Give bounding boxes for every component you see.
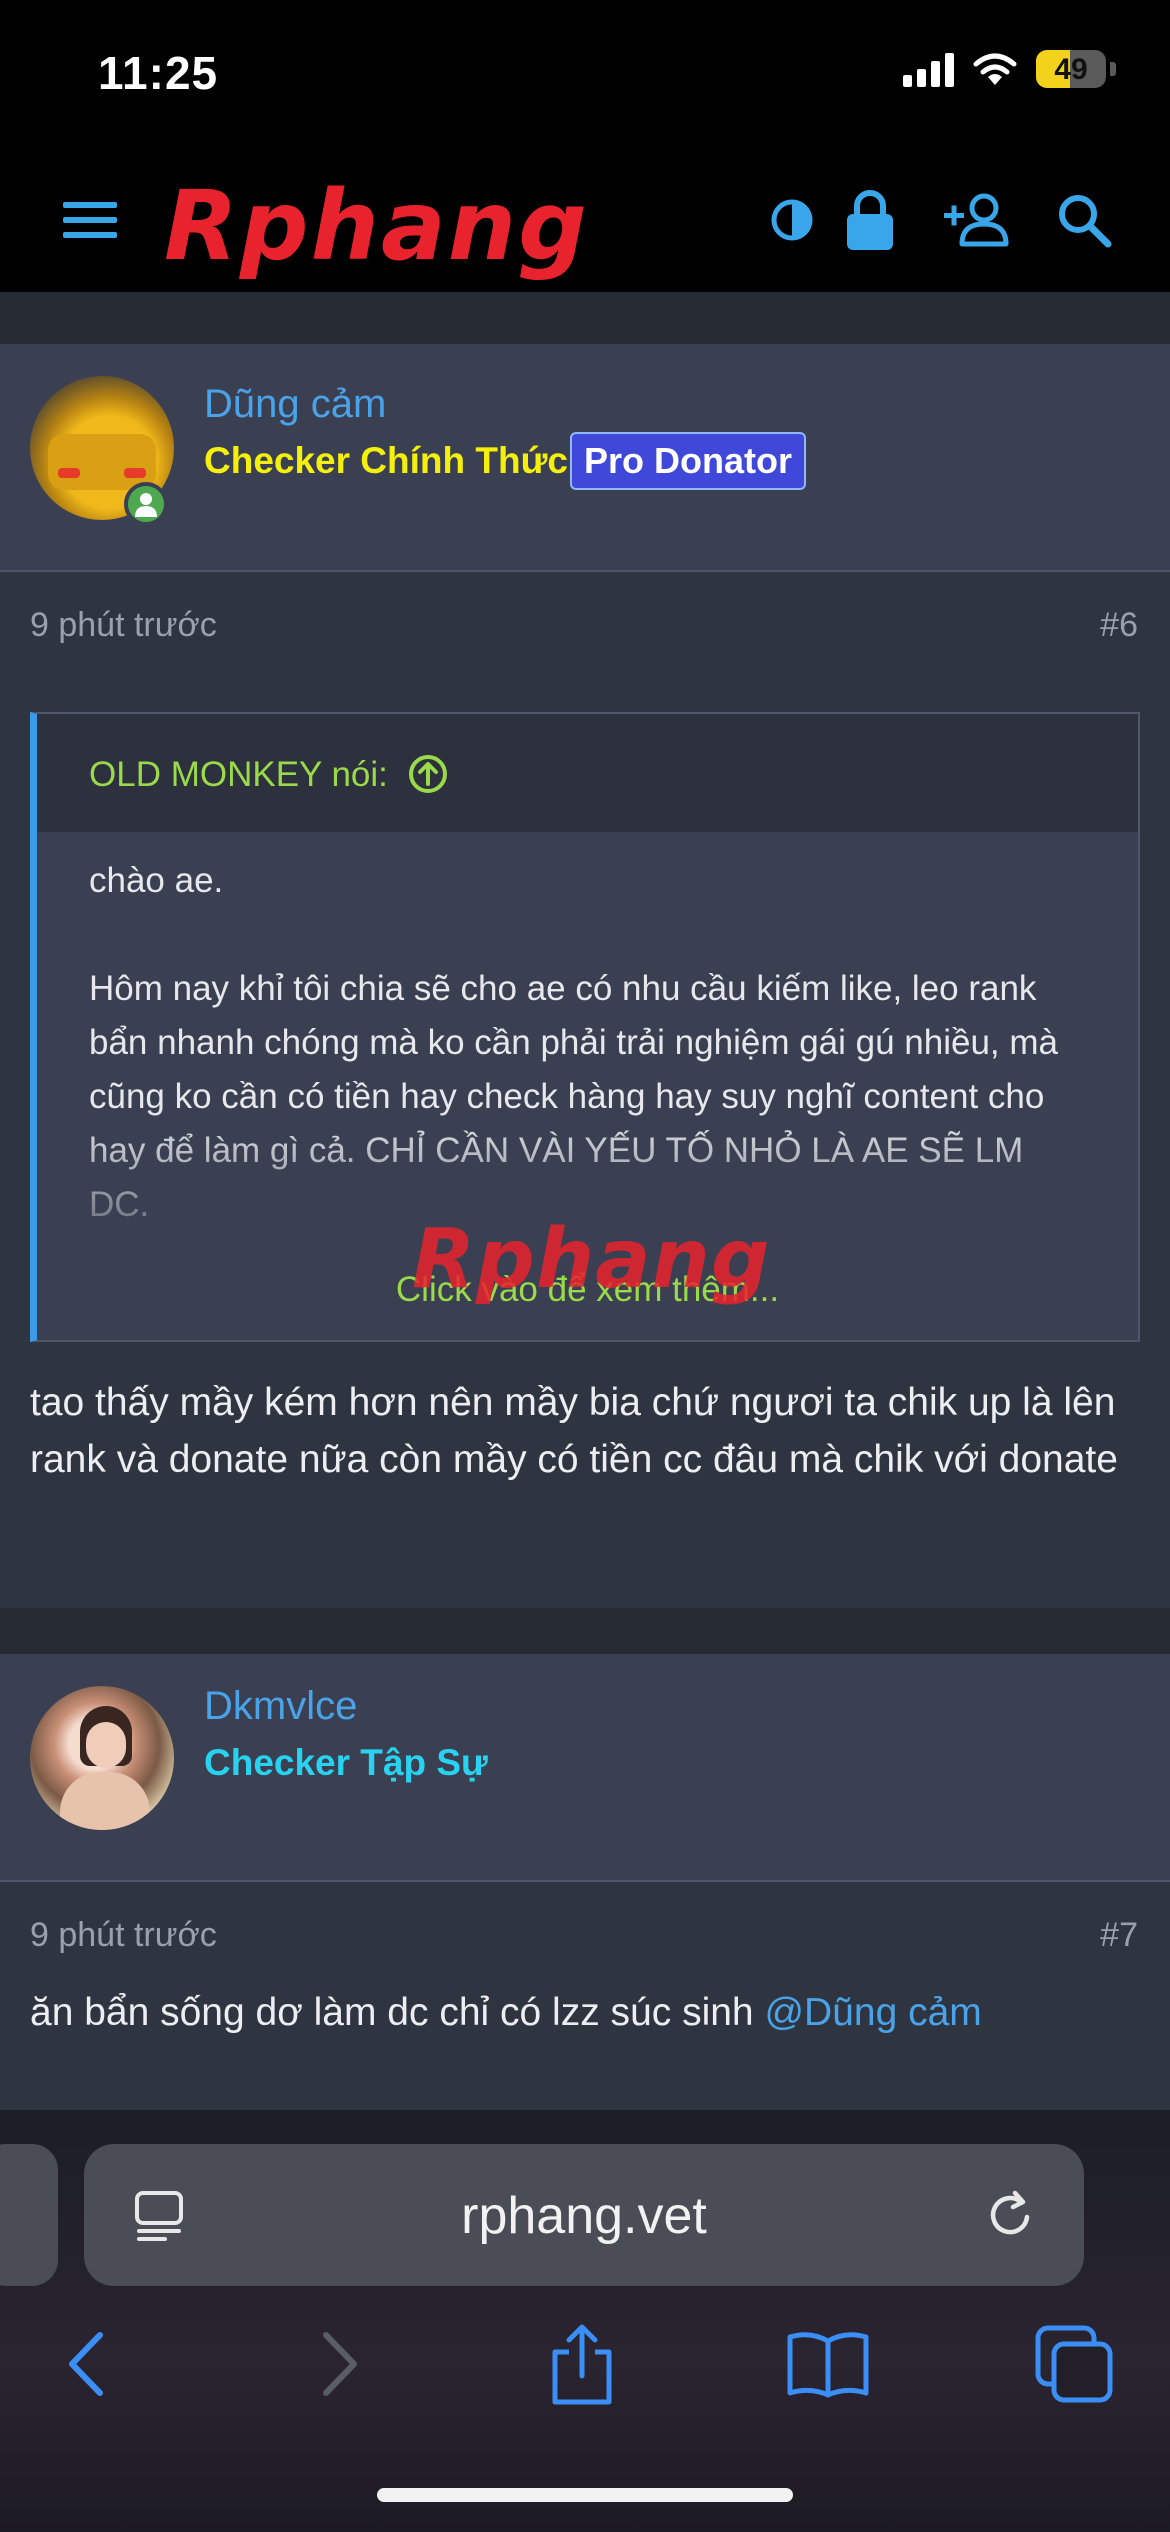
back-button[interactable] — [36, 2314, 136, 2414]
wifi-icon — [973, 53, 1017, 85]
bookmarks-button[interactable] — [778, 2314, 878, 2414]
user-title: Checker Tập Sự — [204, 1742, 488, 1783]
post-number[interactable]: #7 — [1100, 1916, 1138, 1955]
home-indicator[interactable] — [377, 2488, 793, 2502]
browser-toolbar: rphang.vet — [0, 2110, 1170, 2532]
user-mention-link[interactable]: @Dũng cảm — [764, 1991, 981, 2034]
arrow-up-circle-icon[interactable] — [408, 754, 448, 794]
menu-button[interactable] — [50, 180, 130, 260]
menu-icon — [63, 202, 117, 238]
address-bar[interactable]: rphang.vet — [84, 2144, 1084, 2286]
site-logo[interactable]: Rphang — [164, 170, 589, 282]
post-body-text: ăn bẩn sống dơ làm dc chỉ có lzz súc sin… — [30, 1991, 765, 2034]
quote-line-1: chào ae. — [89, 861, 224, 900]
bookmarks-icon — [787, 2332, 869, 2398]
theme-toggle-button[interactable] — [752, 180, 832, 260]
login-button[interactable] — [830, 180, 910, 260]
battery-percent: 49 — [1054, 53, 1088, 86]
quote-author[interactable]: OLD MONKEY nói: — [89, 754, 448, 795]
post-body: tao thấy mầy kém hơn nên mầy bia chứ ngư… — [30, 1381, 1118, 1481]
post-body: ăn bẩn sống dơ làm dc chỉ có lzz súc sin… — [30, 1984, 1140, 2041]
site-header: Rphang — [0, 150, 1170, 292]
avatar[interactable] — [30, 1686, 174, 1830]
search-icon — [1059, 195, 1112, 248]
quote-header: OLD MONKEY nói: — [37, 714, 1138, 832]
username[interactable]: Dkmvlce — [204, 1684, 357, 1729]
post-time[interactable]: 9 phút trước — [30, 1916, 217, 1955]
post-7: Dkmvlce Checker Tập Sự 9 phút trước #7 ă… — [0, 1654, 1170, 2110]
tabs-icon — [1035, 2325, 1113, 2403]
share-icon — [552, 2324, 612, 2405]
status-time: 11:25 — [98, 47, 219, 99]
username[interactable]: Dũng cảm — [204, 382, 386, 427]
post-separator — [0, 1608, 1170, 1654]
add-user-icon — [944, 193, 1009, 247]
share-button[interactable] — [532, 2314, 632, 2414]
cellular-signal-icon — [903, 51, 954, 87]
logo-text: Rphang — [164, 170, 589, 282]
online-status-icon — [124, 482, 168, 526]
register-button[interactable] — [938, 180, 1018, 260]
post-time[interactable]: 9 phút trước — [30, 606, 217, 645]
forward-button[interactable] — [290, 2314, 390, 2414]
battery-icon: 49 — [1036, 50, 1106, 88]
search-button[interactable] — [1044, 180, 1124, 260]
user-title: Checker Chính Thức — [204, 440, 568, 481]
back-icon — [69, 2332, 103, 2396]
post-user-panel: Dũng cảm Checker Chính Thức Pro Donator — [0, 344, 1170, 572]
contrast-icon — [771, 199, 813, 241]
quote-author-label: OLD MONKEY nói: — [89, 755, 388, 794]
post-user-panel: Dkmvlce Checker Tập Sự — [0, 1654, 1170, 1882]
battery-tip — [1110, 62, 1116, 76]
lock-icon — [847, 190, 893, 250]
status-bar: 11:25 49 — [0, 0, 1170, 150]
previous-tab-preview[interactable] — [0, 2144, 58, 2286]
post-number[interactable]: #6 — [1100, 606, 1138, 645]
forward-icon — [323, 2332, 357, 2396]
pro-donator-badge: Pro Donator — [570, 432, 807, 490]
watermark-logo: Rphang — [412, 1212, 771, 1307]
reload-icon[interactable] — [976, 2180, 1046, 2250]
status-icons: 49 — [903, 50, 1116, 88]
tabs-button[interactable] — [1024, 2314, 1124, 2414]
header-divider — [0, 292, 1170, 344]
watermark-text: Rphang — [412, 1212, 771, 1307]
url-text: rphang.vet — [461, 2187, 707, 2245]
